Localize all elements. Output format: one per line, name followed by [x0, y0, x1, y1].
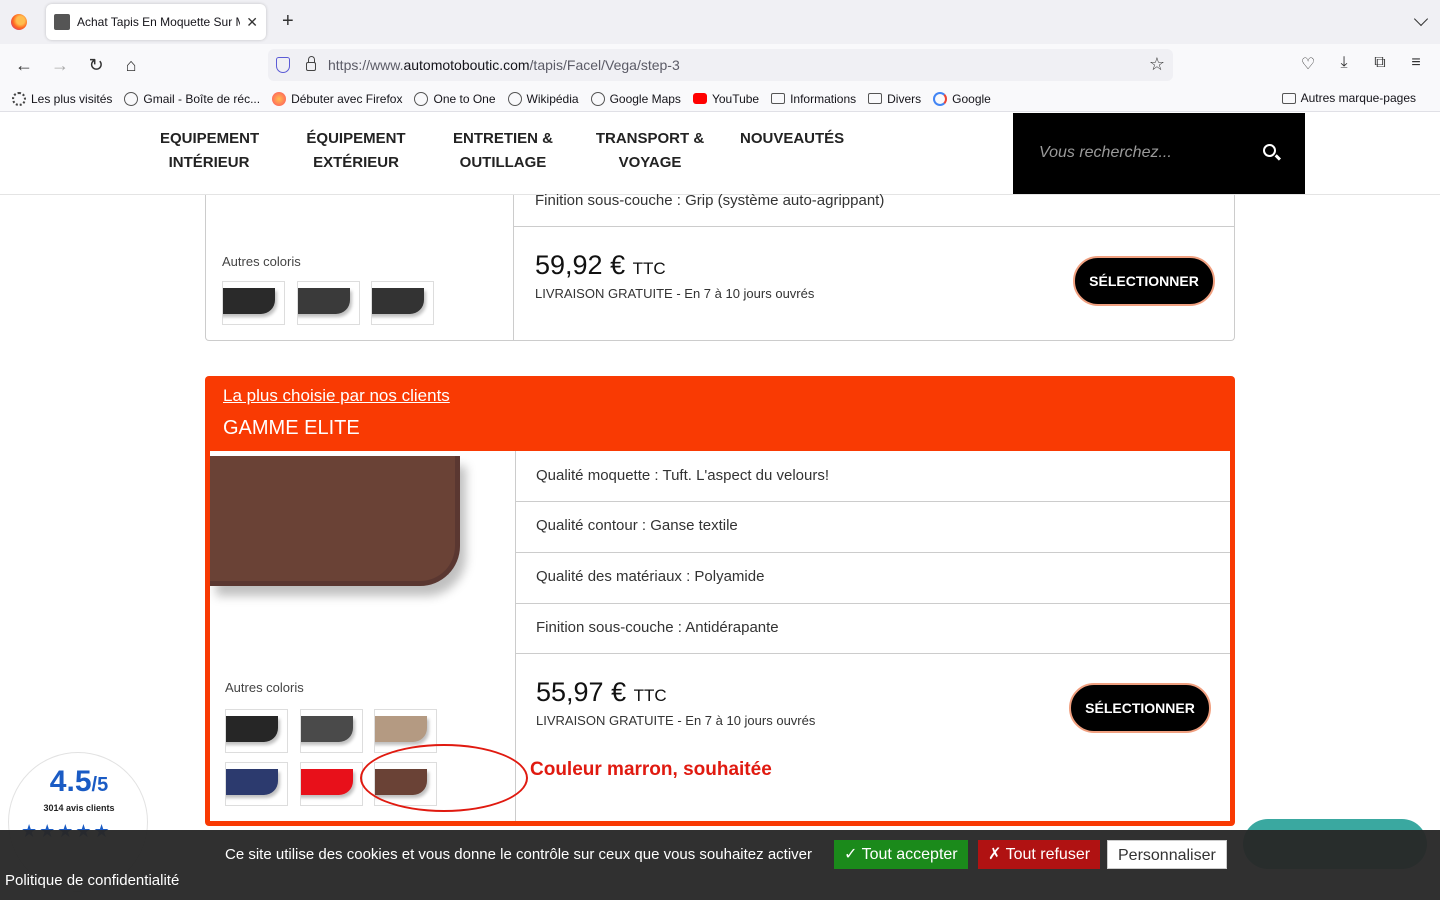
bookmark-item[interactable]: Google Maps: [590, 91, 681, 106]
feature-row: Qualité moquette : Tuft. L'aspect du vel…: [536, 467, 830, 484]
color-swatch[interactable]: [297, 281, 360, 325]
search-icon[interactable]: [1263, 144, 1276, 157]
other-colors-label: Autres coloris: [225, 680, 304, 695]
tracking-shield-icon[interactable]: [276, 57, 290, 73]
pocket-icon[interactable]: ♡: [1297, 54, 1319, 74]
menu-hamburger-icon[interactable]: ≡: [1405, 54, 1427, 72]
other-bookmarks-folder[interactable]: Autres marque-pages: [1281, 91, 1416, 105]
product-image: [210, 456, 460, 586]
privacy-policy-link[interactable]: Politique de confidentialité: [5, 872, 179, 889]
folder-icon: [1281, 92, 1296, 104]
browser-tab-bar: Achat Tapis En Moquette Sur M… ✕ +: [0, 0, 1440, 44]
color-swatch-grey[interactable]: [300, 709, 363, 753]
bookmark-item[interactable]: YouTube: [692, 92, 759, 106]
rating-count: 3014 avis clients: [43, 803, 115, 813]
search-input[interactable]: [1039, 141, 1239, 165]
reload-icon[interactable]: ↻: [84, 54, 108, 76]
firefox-icon: [272, 91, 287, 106]
price: 55,97 € TTC: [536, 677, 667, 707]
price: 59,92 € TTC: [535, 250, 666, 280]
url-text[interactable]: https://www.automotoboutic.com/tapis/Fac…: [328, 57, 680, 73]
divider: [514, 226, 1234, 227]
new-tab-icon[interactable]: +: [282, 11, 294, 31]
cookie-banner: Ce site utilise des cookies et vous donn…: [0, 830, 1440, 900]
globe-icon: [414, 91, 429, 106]
bookmark-item[interactable]: One to One: [414, 91, 496, 106]
browser-tab-active[interactable]: Achat Tapis En Moquette Sur M… ✕: [46, 4, 266, 40]
rating-score: 4.5/5: [49, 765, 109, 798]
menu-nouveautes[interactable]: NOUVEAUTÉS: [740, 127, 844, 151]
folder-icon: [771, 93, 786, 104]
menu-equipement-interieur[interactable]: EQUIPEMENT INTÉRIEUR: [160, 127, 259, 175]
feature-row: Qualité des matériaux : Polyamide: [536, 568, 765, 585]
divider: [516, 501, 1230, 502]
product-range-title: GAMME ELITE: [223, 417, 360, 439]
firefox-logo-icon: [11, 14, 27, 30]
site-favicon-icon: [54, 14, 70, 30]
gear-icon: [12, 91, 26, 106]
site-header: EQUIPEMENT INTÉRIEUR ÉQUIPEMENT EXTÉRIEUR …: [0, 113, 1440, 195]
lock-icon[interactable]: [306, 56, 316, 71]
address-bar[interactable]: https://www.automotoboutic.com/tapis/Fac…: [268, 49, 1173, 81]
tab-title: Achat Tapis En Moquette Sur M…: [77, 15, 241, 29]
bookmark-item[interactable]: Les plus visités: [12, 91, 112, 106]
delivery-info: LIVRAISON GRATUITE - En 7 à 10 jours ouv…: [536, 713, 816, 728]
color-swatch[interactable]: [371, 281, 434, 325]
refuse-all-button[interactable]: ✗ Tout refuser: [978, 840, 1101, 869]
bookmark-item[interactable]: Débuter avec Firefox: [272, 91, 402, 106]
divider: [516, 603, 1230, 604]
product-card: Finition sous-couche : Grip (système aut…: [205, 192, 1235, 341]
annotation-circle: [360, 744, 528, 812]
bookmark-item[interactable]: Gmail - Boîte de réc...: [124, 91, 260, 106]
menu-entretien-outillage[interactable]: ENTRETIEN & OUTILLAGE: [452, 127, 554, 175]
accept-all-button[interactable]: ✓ Tout accepter: [834, 840, 968, 869]
globe-icon: [507, 91, 522, 106]
customize-button[interactable]: Personnaliser: [1107, 840, 1227, 869]
chevron-down-icon[interactable]: [1413, 11, 1429, 27]
bookmark-star-icon[interactable]: ☆: [1149, 54, 1165, 75]
home-icon[interactable]: ⌂: [119, 54, 143, 76]
bookmark-folder[interactable]: Divers: [868, 92, 921, 106]
forward-arrow-icon[interactable]: →: [48, 54, 72, 76]
divider: [513, 195, 514, 340]
bookmarks-toolbar: Les plus visités Gmail - Boîte de réc...…: [0, 86, 1440, 112]
close-tab-icon[interactable]: ✕: [246, 14, 258, 31]
globe-icon: [590, 91, 605, 106]
most-chosen-link[interactable]: La plus choisie par nos clients: [223, 386, 450, 406]
color-swatch-red[interactable]: [300, 762, 363, 806]
extensions-icon[interactable]: ⧉: [1369, 54, 1391, 72]
color-swatch-blue[interactable]: [225, 762, 288, 806]
globe-icon: [124, 91, 139, 106]
folder-icon: [868, 93, 883, 104]
bookmark-item[interactable]: Wikipédia: [507, 91, 579, 106]
feature-row: Finition sous-couche : Grip (système aut…: [535, 192, 885, 209]
download-icon[interactable]: ⤓: [1333, 54, 1355, 72]
annotation-text: Couleur marron, souhaitée: [530, 759, 772, 780]
other-colors-label: Autres coloris: [222, 254, 301, 269]
menu-transport-voyage[interactable]: TRANSPORT & VOYAGE: [595, 127, 705, 175]
youtube-icon: [692, 93, 707, 104]
bookmark-item[interactable]: Google: [933, 91, 991, 106]
browser-nav-bar: ← → ↻ ⌂ https://www.automotoboutic.com/t…: [0, 44, 1440, 86]
bookmark-folder[interactable]: Informations: [771, 92, 856, 106]
menu-equipement-exterieur[interactable]: ÉQUIPEMENT EXTÉRIEUR: [306, 127, 406, 175]
color-swatch[interactable]: [222, 281, 285, 325]
color-swatch-black[interactable]: [225, 709, 288, 753]
select-button[interactable]: SÉLECTIONNER: [1073, 256, 1215, 306]
feature-row: Qualité contour : Ganse textile: [536, 517, 738, 534]
back-arrow-icon[interactable]: ←: [12, 54, 36, 76]
google-icon: [933, 91, 948, 106]
divider: [516, 552, 1230, 553]
cookie-message: Ce site utilise des cookies et vous donn…: [225, 846, 812, 863]
site-search: [1013, 113, 1305, 194]
select-button[interactable]: SÉLECTIONNER: [1069, 683, 1211, 733]
delivery-info: LIVRAISON GRATUITE - En 7 à 10 jours ouv…: [535, 286, 815, 301]
feature-row: Finition sous-couche : Antidérapante: [536, 619, 779, 636]
divider: [516, 653, 1230, 654]
